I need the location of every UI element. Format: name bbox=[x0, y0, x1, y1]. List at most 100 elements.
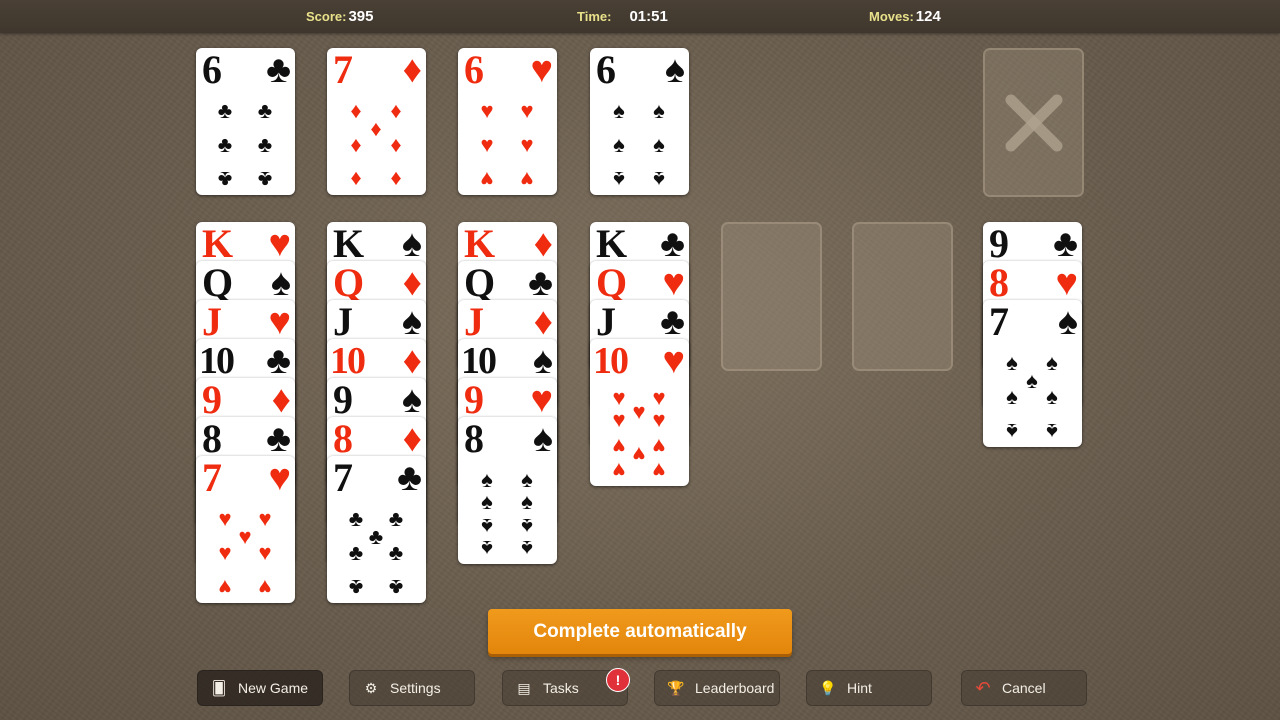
tableau-card[interactable]: 7 ♥ ♥ ♥ ♥ ♥ ♥ ♥ ♥ bbox=[196, 456, 295, 603]
new-game-label: New Game bbox=[238, 680, 309, 696]
card-suit-icon: ♣ bbox=[397, 457, 422, 499]
trophy-icon: 🏆 bbox=[667, 680, 685, 696]
card-pip-icon: ♠ bbox=[481, 489, 493, 514]
card-pip-icon: ♦ bbox=[390, 98, 402, 123]
cancel-button[interactable]: ↶ Cancel bbox=[961, 670, 1087, 706]
new-game-button[interactable]: 🂠 New Game bbox=[197, 670, 323, 706]
card-rank: 10 bbox=[461, 340, 497, 382]
hint-label: Hint bbox=[847, 680, 872, 696]
cancel-label: Cancel bbox=[1002, 680, 1046, 696]
card-suit-icon: ♦ bbox=[533, 223, 553, 265]
tableau-card[interactable]: 7 ♣ ♣ ♣ ♣ ♣ ♣ ♣ ♣ bbox=[327, 456, 426, 603]
card-pip-icon: ♥ bbox=[612, 434, 626, 459]
card-pip-icon: ♣ bbox=[388, 506, 404, 531]
free-cell-card[interactable]: 6 ♠ ♠ ♠ ♠ ♠ ♠ ♠ bbox=[590, 48, 689, 195]
card-pip-icon: ♠ bbox=[481, 536, 493, 561]
card-pip-icon: ♠ bbox=[653, 132, 665, 157]
card-pip-icon: ♦ bbox=[350, 132, 362, 157]
card-pip-icon: ♠ bbox=[1006, 384, 1018, 409]
card-rank: 8 bbox=[333, 417, 353, 461]
card-rank: K bbox=[596, 222, 628, 266]
card-pip-icon: ♥ bbox=[652, 385, 666, 410]
card-suit-icon: ♠ bbox=[1057, 301, 1078, 343]
card-pip-icon: ♥ bbox=[632, 442, 646, 467]
card-suit-icon: ♣ bbox=[266, 49, 291, 91]
card-pip-icon: ♠ bbox=[481, 514, 493, 539]
card-pip-icon: ♣ bbox=[368, 524, 384, 549]
card-pip-icon: ♥ bbox=[520, 132, 534, 157]
free-cell-card[interactable]: 6 ♥ ♥ ♥ ♥ ♥ ♥ ♥ bbox=[458, 48, 557, 195]
card-pip-icon: ♥ bbox=[612, 407, 626, 432]
card-rank: 9 bbox=[464, 378, 484, 422]
card-pip-icon: ♥ bbox=[218, 506, 232, 531]
card-pip-icon: ♥ bbox=[238, 524, 252, 549]
card-pip-icon: ♣ bbox=[348, 506, 364, 531]
card-pip-icon: ♥ bbox=[480, 98, 494, 123]
card-pip-icon: ♥ bbox=[520, 98, 534, 123]
card-pip-icon: ♠ bbox=[653, 98, 665, 123]
card-pip-icon: ♥ bbox=[632, 399, 646, 424]
card-pip-icon: ♦ bbox=[390, 167, 402, 192]
card-pip-icon: ♥ bbox=[258, 506, 272, 531]
card-pip-icon: ♦ bbox=[370, 116, 382, 141]
card-suit-icon: ♦ bbox=[533, 301, 553, 343]
card-rank: 7 bbox=[333, 48, 353, 92]
card-rank: Q bbox=[596, 261, 628, 305]
card-pip-icon: ♥ bbox=[652, 434, 666, 459]
card-suit-icon: ♣ bbox=[266, 418, 291, 460]
card-rank: 7 bbox=[333, 456, 353, 500]
card-rank: 7 bbox=[989, 300, 1009, 344]
card-rank: K bbox=[464, 222, 496, 266]
card-suit-icon: ♠ bbox=[270, 262, 291, 304]
tableau-card[interactable]: 10 ♥ ♥ ♥ ♥ ♥ ♥ ♥ ♥ ♥ ♥ ♥ bbox=[590, 339, 689, 486]
status-bar: Score: 395 Time: 01:51 Moves: 124 bbox=[0, 0, 1280, 33]
card-rank: 8 bbox=[464, 417, 484, 461]
card-rank: 10 bbox=[330, 340, 366, 382]
card-suit-icon: ♠ bbox=[664, 49, 685, 91]
score-label: Score: bbox=[306, 9, 347, 24]
tableau-card[interactable]: 8 ♠ ♠ ♠ ♠ ♠ ♠ ♠ ♠ ♠ bbox=[458, 417, 557, 564]
card-suit-icon: ♦ bbox=[271, 379, 291, 421]
time-label: Time: bbox=[577, 9, 612, 24]
free-cell-card[interactable]: 7 ♦ ♦ ♦ ♦ ♦ ♦ ♦ ♦ bbox=[327, 48, 426, 195]
free-cell-card[interactable]: 6 ♣ ♣ ♣ ♣ ♣ ♣ ♣ bbox=[196, 48, 295, 195]
complete-automatically-button[interactable]: Complete automatically bbox=[488, 609, 792, 654]
lightbulb-icon: 💡 bbox=[819, 680, 837, 696]
card-suit-icon: ♦ bbox=[402, 49, 422, 91]
hint-button[interactable]: 💡 Hint bbox=[806, 670, 932, 706]
card-pip-icon: ♠ bbox=[653, 167, 665, 192]
card-pip-icon: ♥ bbox=[480, 132, 494, 157]
card-rank: K bbox=[333, 222, 365, 266]
stock-slot[interactable] bbox=[983, 48, 1084, 197]
card-pip-icon: ♥ bbox=[218, 575, 232, 600]
card-suit-icon: ♥ bbox=[268, 301, 291, 343]
leaderboard-button[interactable]: 🏆 Leaderboard bbox=[654, 670, 780, 706]
card-suit-icon: ♠ bbox=[532, 340, 553, 382]
new-game-icon: 🂠 bbox=[211, 680, 227, 696]
card-suit-icon: ♣ bbox=[528, 262, 553, 304]
card-pip-icon: ♠ bbox=[613, 132, 625, 157]
card-pip-icon: ♥ bbox=[612, 458, 626, 483]
card-suit-icon: ♥ bbox=[662, 262, 685, 304]
tableau-card[interactable]: 7 ♠ ♠ ♠ ♠ ♠ ♠ ♠ ♠ bbox=[983, 300, 1082, 447]
empty-column-slot[interactable] bbox=[852, 222, 953, 371]
card-rank: 6 bbox=[596, 48, 616, 92]
card-suit-icon: ♠ bbox=[401, 379, 422, 421]
card-suit-icon: ♥ bbox=[1055, 262, 1078, 304]
card-suit-icon: ♣ bbox=[660, 301, 685, 343]
card-pip-icon: ♠ bbox=[1046, 350, 1058, 375]
card-pip-icon: ♥ bbox=[652, 458, 666, 483]
card-suit-icon: ♥ bbox=[268, 223, 291, 265]
leaderboard-label: Leaderboard bbox=[695, 680, 775, 696]
settings-button[interactable]: ⚙ Settings bbox=[349, 670, 475, 706]
settings-label: Settings bbox=[390, 680, 441, 696]
card-suit-icon: ♣ bbox=[660, 223, 685, 265]
card-suit-icon: ♠ bbox=[401, 301, 422, 343]
card-rank: 9 bbox=[989, 222, 1009, 266]
empty-column-slot[interactable] bbox=[721, 222, 822, 371]
card-pip-icon: ♥ bbox=[480, 167, 494, 192]
card-pip-icon: ♣ bbox=[388, 540, 404, 565]
card-rank: 6 bbox=[202, 48, 222, 92]
card-pip-icon: ♠ bbox=[1006, 419, 1018, 444]
card-rank: 10 bbox=[593, 340, 629, 382]
